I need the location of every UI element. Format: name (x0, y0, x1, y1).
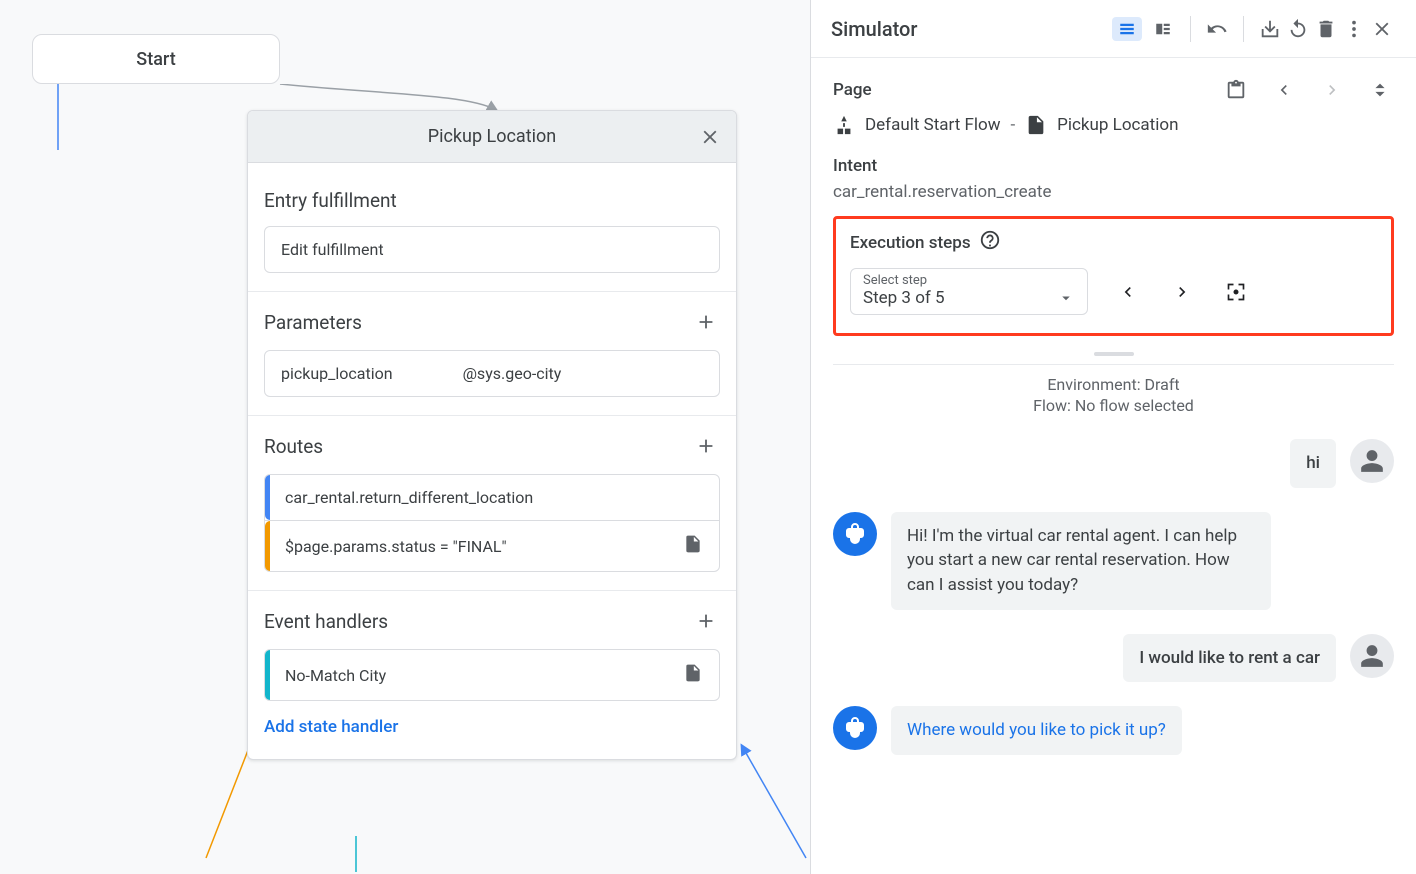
route-row[interactable]: $page.params.status = "FINAL" (264, 520, 720, 572)
close-icon[interactable] (696, 123, 724, 151)
parameter-entity: @sys.geo-city (463, 364, 562, 383)
add-parameter-button[interactable] (692, 308, 720, 336)
parameters-heading: Parameters (264, 311, 362, 334)
agent-message: Where would you like to pick it up? (891, 706, 1182, 755)
step-prev-button[interactable] (1114, 278, 1142, 306)
collapse-icon[interactable] (1366, 76, 1394, 104)
step-select[interactable]: Select step Step 3 of 5 (850, 268, 1088, 315)
edit-fulfillment-label: Edit fulfillment (281, 240, 384, 259)
add-event-handler-button[interactable] (692, 607, 720, 635)
event-handler-row[interactable]: No-Match City (264, 649, 720, 701)
simulator-toolbar: Simulator (811, 0, 1416, 58)
intent-value: car_rental.reservation_create (833, 182, 1394, 202)
agent-message: Hi! I'm the virtual car rental agent. I … (891, 512, 1271, 610)
panel-header: Pickup Location (248, 111, 736, 163)
event-handler-label: No-Match City (285, 666, 386, 685)
add-route-button[interactable] (692, 432, 720, 460)
event-handlers-heading: Event handlers (264, 610, 388, 633)
step-next-button[interactable] (1168, 278, 1196, 306)
start-node-label: Start (136, 49, 175, 70)
routes-heading: Routes (264, 435, 323, 458)
simulator-title: Simulator (831, 17, 917, 41)
page-icon (683, 534, 703, 558)
parameter-row[interactable]: pickup_location @sys.geo-city (264, 350, 720, 397)
focus-icon[interactable] (1222, 278, 1250, 306)
chat-area: Environment: Draft Flow: No flow selecte… (811, 356, 1416, 765)
user-message: hi (1290, 439, 1336, 488)
replay-icon[interactable] (1284, 15, 1312, 43)
clipboard-icon[interactable] (1222, 76, 1250, 104)
view-mode-detailed-icon[interactable] (1148, 17, 1178, 41)
user-avatar-icon (1350, 439, 1394, 483)
step-select-label: Select step (863, 273, 927, 288)
user-avatar-icon (1350, 634, 1394, 678)
page-panel: Pickup Location Entry fulfillment Edit f… (247, 110, 737, 760)
more-icon[interactable] (1340, 15, 1368, 43)
breadcrumb-flow: Default Start Flow (865, 115, 1000, 135)
panel-title: Pickup Location (248, 126, 736, 147)
help-icon[interactable] (979, 229, 1001, 256)
route-label: car_rental.return_different_location (285, 488, 533, 507)
undo-icon[interactable] (1203, 15, 1231, 43)
flow-canvas[interactable]: Start Pickup Location Entry fulfillment … (0, 0, 810, 874)
environment-label: Environment: Draft (833, 375, 1394, 394)
close-simulator-icon[interactable] (1368, 15, 1396, 43)
save-icon[interactable] (1256, 15, 1284, 43)
breadcrumb: Default Start Flow - Pickup Location (833, 114, 1394, 136)
route-label: $page.params.status = "FINAL" (285, 537, 507, 556)
page-heading: Page (833, 80, 872, 100)
intent-heading: Intent (833, 156, 877, 176)
parameter-name: pickup_location (281, 364, 393, 383)
chevron-down-icon (1057, 289, 1075, 307)
execution-steps-box: Execution steps Select step Step 3 of 5 (833, 216, 1394, 336)
flow-selected-label: Flow: No flow selected (833, 396, 1394, 415)
route-row[interactable]: car_rental.return_different_location (264, 474, 720, 521)
delete-icon[interactable] (1312, 15, 1340, 43)
breadcrumb-sep: - (1010, 115, 1015, 135)
agent-avatar-icon (833, 706, 877, 750)
user-message: I would like to rent a car (1123, 634, 1336, 683)
next-page-icon[interactable] (1318, 76, 1346, 104)
flow-edge-blue (736, 740, 810, 860)
view-mode-compact-icon[interactable] (1112, 17, 1142, 41)
edit-fulfillment-button[interactable]: Edit fulfillment (264, 226, 720, 273)
breadcrumb-page: Pickup Location (1057, 115, 1178, 135)
page-icon (683, 663, 703, 687)
add-state-handler-link[interactable]: Add state handler (264, 717, 398, 737)
simulator-panel: Simulator Page (810, 0, 1416, 874)
flow-edge-cyan (346, 830, 366, 874)
prev-page-icon[interactable] (1270, 76, 1298, 104)
page-icon (1025, 114, 1047, 136)
execution-steps-heading: Execution steps (850, 233, 971, 253)
step-select-value: Step 3 of 5 (863, 288, 945, 308)
start-node[interactable]: Start (32, 34, 280, 84)
agent-avatar-icon (833, 512, 877, 556)
flow-icon (833, 114, 855, 136)
entry-fulfillment-heading: Entry fulfillment (264, 189, 397, 212)
